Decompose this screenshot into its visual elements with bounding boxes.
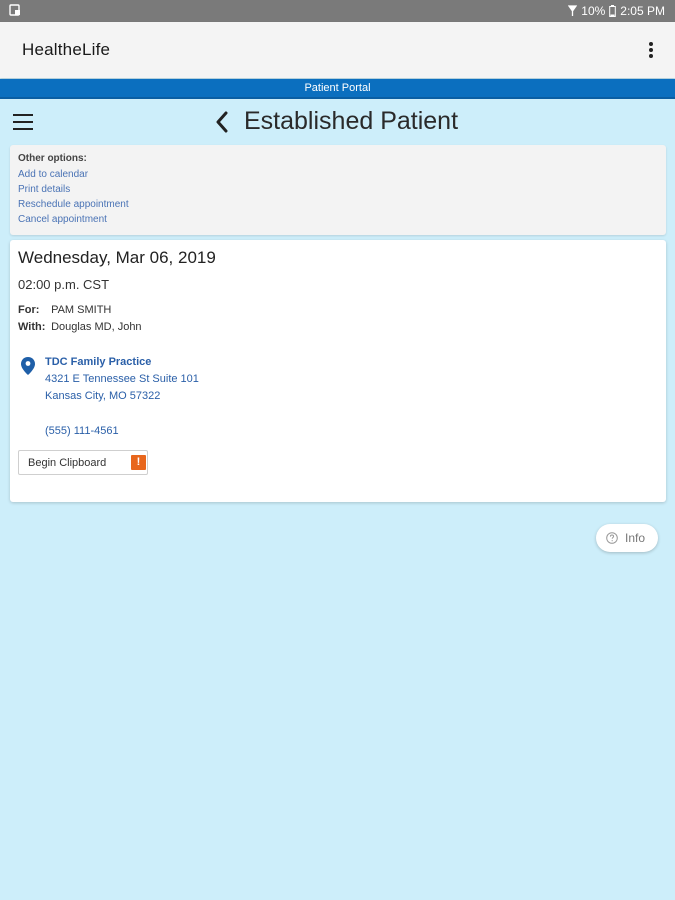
phone-link[interactable]: (555) 111-4561 xyxy=(45,425,119,437)
for-label: For: xyxy=(18,304,40,316)
address-line-2[interactable]: Kansas City, MO 57322 xyxy=(45,390,160,402)
appointment-date: Wednesday, Mar 06, 2019 xyxy=(18,248,216,267)
patient-name: PAM SMITH xyxy=(51,304,112,316)
clock: 2:05 PM xyxy=(620,4,665,18)
add-to-calendar-link[interactable]: Add to calendar xyxy=(18,167,658,182)
status-indicators: 10% 2:05 PM xyxy=(568,4,665,18)
data-saver-icon xyxy=(568,5,578,16)
begin-clipboard-button[interactable]: Begin Clipboard ! xyxy=(18,450,148,475)
app-title: HealtheLife xyxy=(22,40,111,59)
back-chevron-icon[interactable] xyxy=(214,110,230,134)
overflow-menu-icon[interactable] xyxy=(643,39,659,61)
other-options-heading: Other options: xyxy=(18,153,87,164)
appointment-time: 02:00 p.m. CST xyxy=(18,277,110,292)
battery-icon xyxy=(609,5,617,17)
patient-row: For: PAM SMITH xyxy=(18,304,111,316)
info-label: Info xyxy=(625,531,646,545)
location-name-link[interactable]: TDC Family Practice xyxy=(45,356,151,368)
alert-badge-icon: ! xyxy=(131,455,146,470)
appointment-card: Wednesday, Mar 06, 2019 02:00 p.m. CST F… xyxy=(10,240,666,502)
hamburger-menu-icon[interactable] xyxy=(13,113,33,131)
provider-row: With: Douglas MD, John xyxy=(18,321,142,333)
with-label: With: xyxy=(18,321,46,333)
address-line-1[interactable]: 4321 E Tennessee St Suite 101 xyxy=(45,373,199,385)
location-pin-icon xyxy=(21,357,35,375)
reschedule-appointment-link[interactable]: Reschedule appointment xyxy=(18,197,658,212)
app-bar: HealtheLife xyxy=(0,22,675,78)
portal-banner: Patient Portal xyxy=(0,79,675,99)
info-button[interactable]: Info xyxy=(596,524,658,552)
begin-clipboard-label: Begin Clipboard xyxy=(28,457,107,469)
notification-icon xyxy=(9,4,20,16)
provider-name: Douglas MD, John xyxy=(51,321,142,333)
status-bar: 10% 2:05 PM xyxy=(0,0,675,22)
page-title: Established Patient xyxy=(244,107,459,135)
cancel-appointment-link[interactable]: Cancel appointment xyxy=(18,212,658,227)
print-details-link[interactable]: Print details xyxy=(18,182,658,197)
other-options-panel: Other options: Add to calendar Print det… xyxy=(10,145,666,235)
help-circle-icon xyxy=(606,532,618,544)
battery-percent: 10% xyxy=(581,4,606,18)
